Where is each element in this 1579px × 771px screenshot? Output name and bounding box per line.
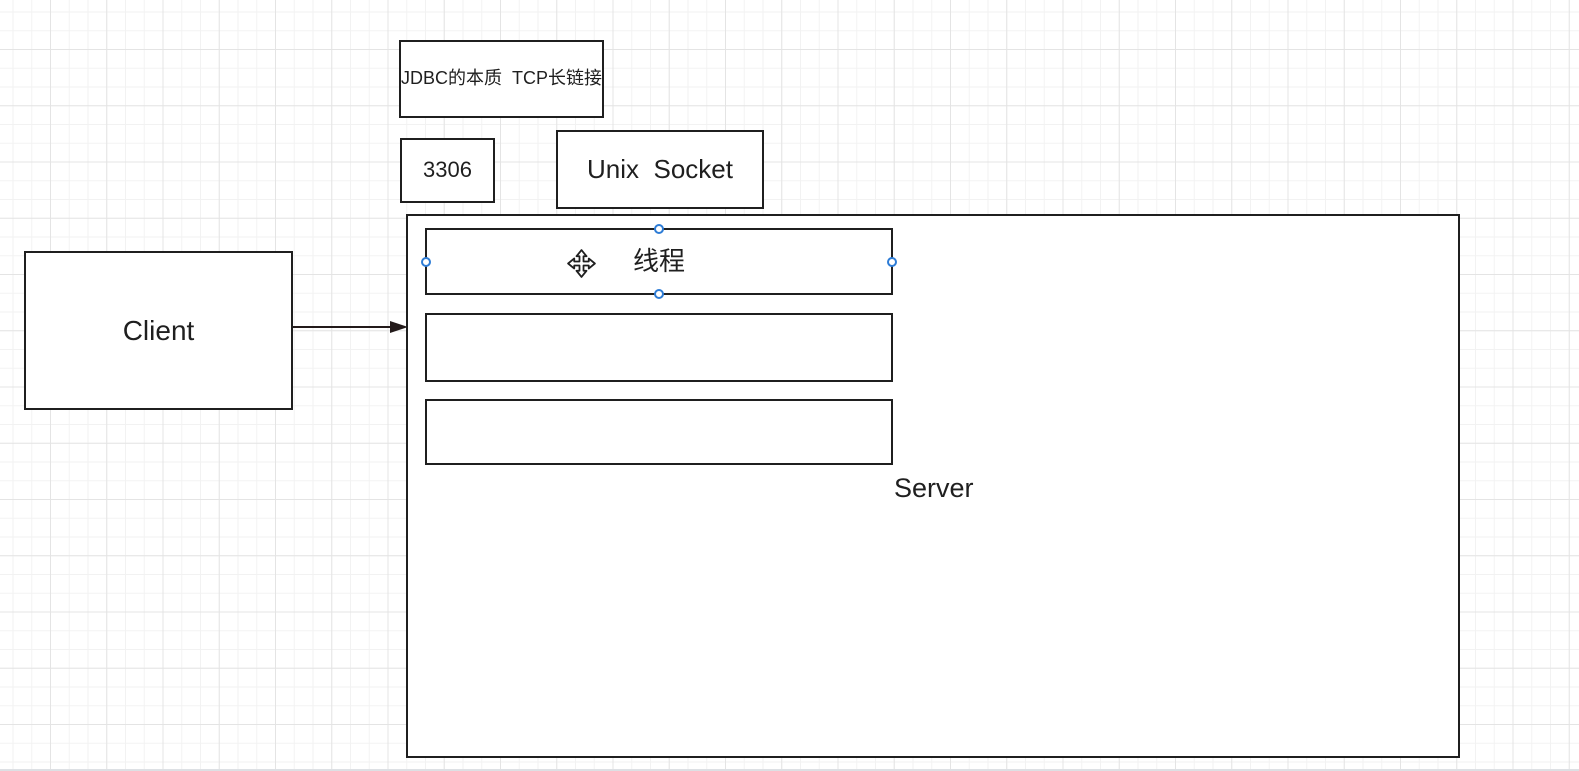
server-label: Server: [894, 473, 974, 503]
port-3306-shape[interactable]: 3306: [400, 138, 495, 203]
unix-socket-label: Unix Socket: [587, 153, 733, 184]
server-inner-box-3[interactable]: [425, 399, 893, 465]
client-label: Client: [122, 314, 195, 346]
jdbc-note-shape[interactable]: JDBC的本质 TCP长链接: [399, 40, 604, 118]
move-cursor-icon: [567, 249, 596, 278]
client-shape[interactable]: Client: [24, 251, 293, 410]
resize-handle-left[interactable]: [421, 256, 431, 267]
jdbc-note-label: JDBC的本质 TCP长链接: [401, 68, 603, 89]
client-server-connector-arrow[interactable]: [292, 319, 410, 335]
thread-shape[interactable]: 线程: [421, 224, 897, 299]
resize-handle-top[interactable]: [654, 224, 664, 234]
resize-handle-right[interactable]: [887, 256, 897, 267]
port-3306-label: 3306: [423, 157, 472, 183]
thread-label: 线程: [632, 245, 685, 276]
server-shape[interactable]: 线程 Server: [406, 214, 1460, 758]
unix-socket-shape[interactable]: Unix Socket: [556, 130, 764, 209]
resize-handle-bottom[interactable]: [654, 289, 664, 299]
diagram-canvas[interactable]: JDBC的本质 TCP长链接 3306 Unix Socket Client 线…: [0, 0, 1579, 771]
server-inner-box-2[interactable]: [425, 313, 893, 382]
